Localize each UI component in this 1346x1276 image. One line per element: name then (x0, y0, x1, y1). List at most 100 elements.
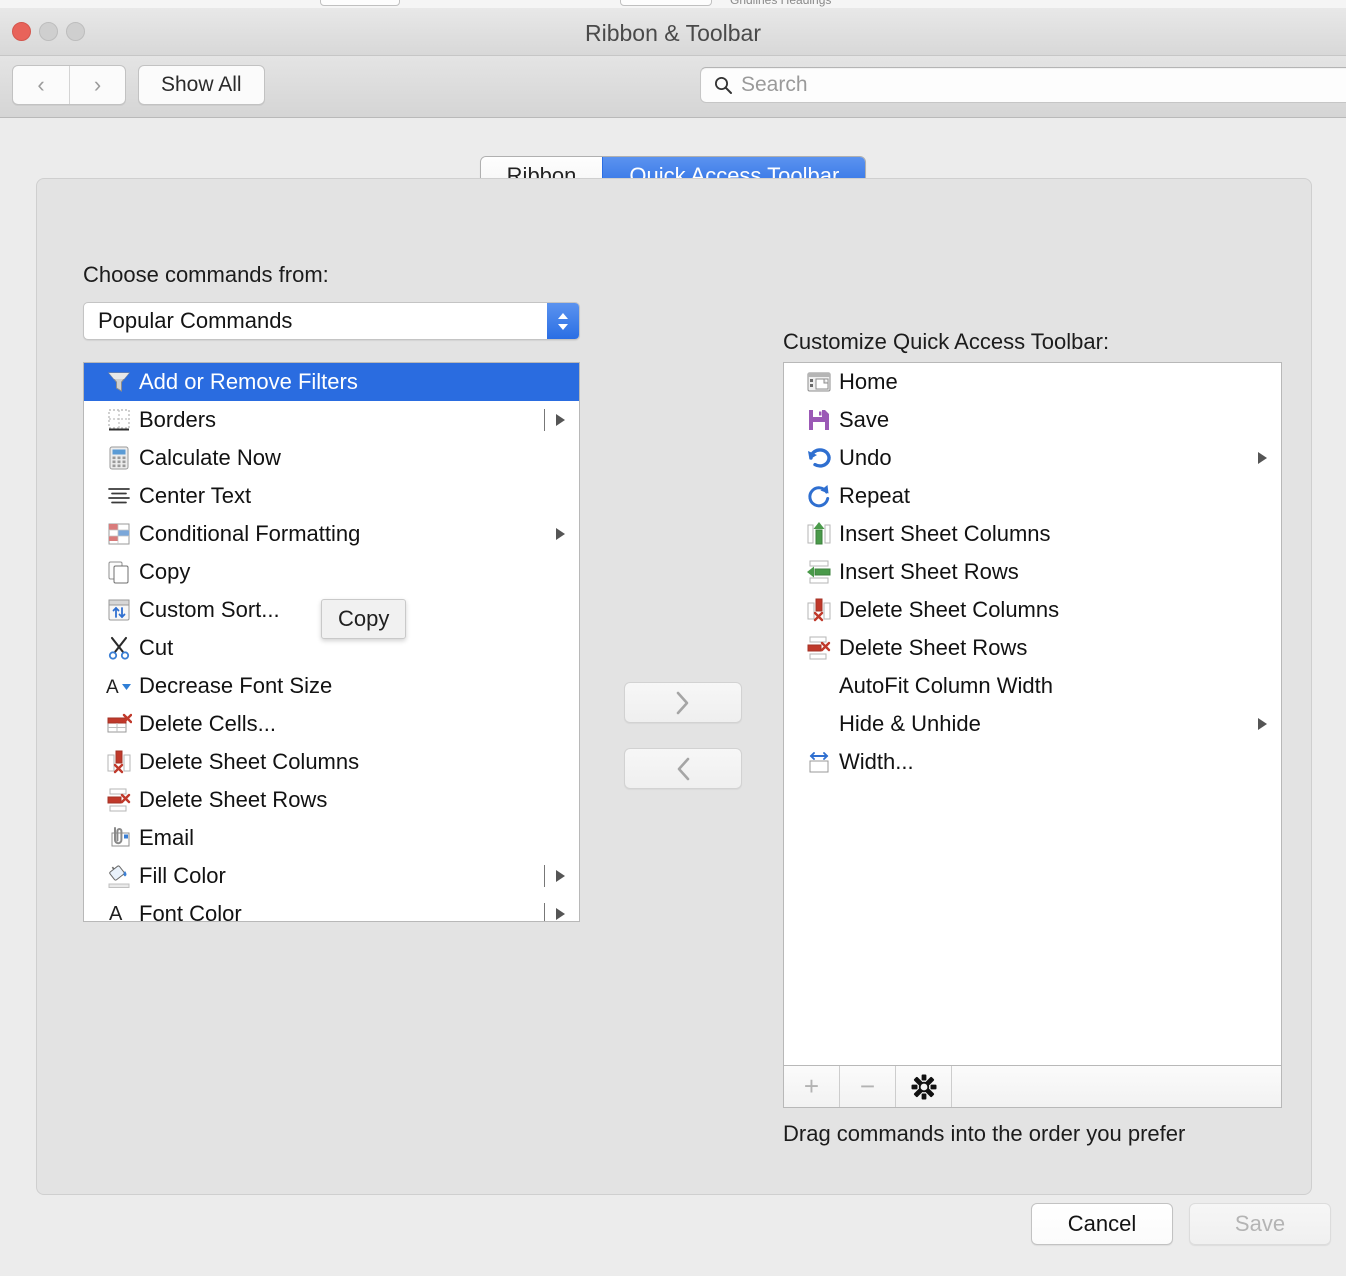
show-all-button[interactable]: Show All (138, 65, 265, 105)
list-item-label: Hide & Unhide (839, 711, 981, 736)
svg-text:A: A (106, 677, 119, 698)
list-item[interactable]: Repeat (784, 477, 1281, 515)
undo-icon (806, 445, 832, 471)
list-action-toolbar: + − (783, 1066, 1282, 1108)
home-icon (806, 369, 832, 395)
list-item[interactable]: Copy (84, 553, 579, 591)
chevron-right-icon[interactable] (1258, 718, 1267, 730)
chevron-right-icon[interactable] (556, 414, 565, 426)
preferences-toolbar: ‹ › Show All Search (0, 56, 1346, 118)
list-item[interactable]: AutoFit Column Width (784, 667, 1281, 705)
list-item[interactable]: Delete Cells... (84, 705, 579, 743)
insert-sheet-rows-icon (806, 559, 832, 585)
list-item[interactable]: Hide & Unhide (784, 705, 1281, 743)
list-item-label: Cut (139, 635, 174, 660)
cut-icon (106, 635, 132, 661)
choose-commands-from-select[interactable]: Popular Commands (83, 302, 580, 340)
list-item-label: Custom Sort... (139, 597, 280, 622)
submenu-separator (544, 903, 545, 921)
background-window-text: Gridlines Headings (730, 0, 832, 7)
list-item[interactable]: Undo (784, 439, 1281, 477)
list-item-label: Home (839, 369, 898, 394)
list-item[interactable]: Borders (84, 401, 579, 439)
list-item-label: Email (139, 825, 195, 850)
list-item-label: Insert Sheet Columns (839, 521, 1051, 546)
settings-gear-button[interactable] (896, 1066, 952, 1107)
list-item[interactable]: Insert Sheet Columns (784, 515, 1281, 553)
quick-access-toolbar-list[interactable]: Home Save Undo Repeat Insert Sheet Columns In… (783, 362, 1282, 1066)
choose-commands-label: Choose commands from: (83, 262, 329, 287)
remove-from-toolbar-button[interactable] (624, 748, 742, 789)
list-item[interactable]: Center Text (84, 477, 579, 515)
email-icon (106, 825, 132, 851)
list-item[interactable]: Fill Color (84, 857, 579, 895)
list-item[interactable]: Delete Sheet Columns (784, 591, 1281, 629)
custom-sort-icon (106, 597, 132, 623)
chevron-right-icon[interactable] (556, 870, 565, 882)
list-item-label: AutoFit Column Width (839, 673, 1053, 698)
background-window-element-1 (320, 0, 400, 6)
list-item-label: Center Text (139, 483, 252, 508)
list-item[interactable]: Width... (784, 743, 1281, 781)
list-item[interactable]: Home (784, 363, 1281, 401)
list-item-label: Delete Sheet Rows (839, 635, 1028, 660)
back-button[interactable]: ‹ (13, 66, 69, 104)
settings-panel: Choose commands from: Customize Quick Ac… (36, 178, 1312, 1195)
filter-icon (106, 369, 132, 395)
list-item[interactable]: A Decrease Font Size (84, 667, 579, 705)
list-item-label: Undo (839, 445, 892, 470)
ribbon-toolbar-preferences-window: Ribbon & Toolbar ‹ › Show All Search Rib… (0, 8, 1346, 1276)
list-item[interactable]: Add or Remove Filters (84, 363, 579, 401)
submenu-separator (544, 865, 545, 887)
list-item[interactable]: A Font Color (84, 895, 579, 922)
list-item-label: Add or Remove Filters (139, 369, 358, 394)
customize-qat-label: Customize Quick Access Toolbar: (783, 329, 1110, 354)
list-item[interactable]: Delete Sheet Columns (84, 743, 579, 781)
list-item-label: Decrease Font Size (139, 673, 333, 698)
list-item[interactable]: Delete Sheet Rows (84, 781, 579, 819)
list-item[interactable]: Save (784, 401, 1281, 439)
chevron-right-icon[interactable] (556, 528, 565, 540)
list-item-label: Delete Sheet Columns (139, 749, 360, 774)
list-item-label: Width... (839, 749, 914, 774)
list-item[interactable]: Calculate Now (84, 439, 579, 477)
choose-commands-from-value: Popular Commands (98, 308, 293, 333)
save-button[interactable]: Save (1189, 1203, 1331, 1245)
list-item-label: Save (839, 407, 890, 432)
list-item[interactable]: Insert Sheet Rows (784, 553, 1281, 591)
delete-sheet-rows-icon (806, 635, 832, 661)
list-item-label: Delete Sheet Rows (139, 787, 328, 812)
font-color-icon: A (106, 901, 132, 922)
calculator-icon (106, 445, 132, 471)
chevron-right-icon[interactable] (556, 908, 565, 920)
list-item-label: Delete Sheet Columns (839, 597, 1060, 622)
copy-tooltip: Copy (321, 599, 407, 639)
copy-icon (106, 559, 132, 585)
add-to-toolbar-button[interactable] (624, 682, 742, 723)
list-item-label: Font Color (139, 901, 242, 922)
list-toolbar-spacer (952, 1066, 1281, 1107)
add-command-button[interactable]: + (784, 1066, 840, 1107)
forward-button[interactable]: › (69, 66, 125, 104)
list-item[interactable]: Delete Sheet Rows (784, 629, 1281, 667)
borders-icon (106, 407, 132, 433)
list-item[interactable]: Conditional Formatting (84, 515, 579, 553)
list-item[interactable]: Email (84, 819, 579, 857)
repeat-icon (806, 483, 832, 509)
search-placeholder: Search (741, 73, 808, 96)
navigation-buttons: ‹ › (12, 65, 126, 105)
search-field[interactable]: Search (700, 67, 1346, 103)
chevron-updown-icon (547, 303, 579, 339)
conditional-formatting-icon (106, 521, 132, 547)
chevron-right-icon[interactable] (1258, 452, 1267, 464)
list-item-label: Borders (139, 407, 217, 432)
search-icon (713, 75, 733, 95)
available-commands-list[interactable]: Add or Remove Filters Borders Calculate No… (83, 362, 580, 922)
width-icon (806, 749, 832, 775)
cancel-button[interactable]: Cancel (1031, 1203, 1173, 1245)
svg-text:A: A (109, 903, 123, 922)
save-icon (806, 407, 832, 433)
remove-command-button[interactable]: − (840, 1066, 896, 1107)
delete-sheet-columns-icon (806, 597, 832, 623)
list-item-label: Copy (139, 559, 191, 584)
